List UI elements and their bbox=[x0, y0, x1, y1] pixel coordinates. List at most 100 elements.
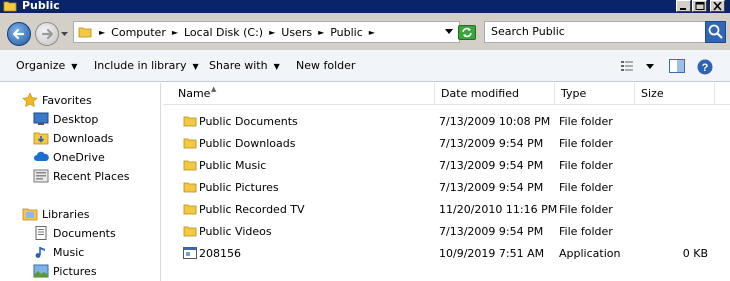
folder-icon bbox=[183, 204, 197, 215]
file-row[interactable]: 208156 10/9/2019 7:51 AM Application 0 K… bbox=[163, 243, 730, 265]
search-button[interactable] bbox=[705, 21, 726, 43]
preview-pane-icon[interactable] bbox=[669, 59, 685, 73]
desktop-icon bbox=[33, 112, 49, 125]
file-name: Public Videos bbox=[199, 225, 272, 238]
svg-text:?: ? bbox=[702, 62, 709, 74]
sidebar-item-label: OneDrive bbox=[53, 150, 105, 164]
sidebar-item-desktop[interactable]: Desktop bbox=[33, 112, 98, 126]
file-name: 208156 bbox=[199, 247, 241, 260]
organize-button[interactable]: Organize ▼ bbox=[16, 59, 77, 72]
column-header-date-modified[interactable]: Date modified bbox=[435, 83, 555, 105]
file-row[interactable]: Public Downloads 7/13/2009 9:54 PM File … bbox=[163, 133, 730, 155]
file-row[interactable]: Public Recorded TV 11/20/2010 11:16 PM F… bbox=[163, 199, 730, 221]
breadcrumb-separator-icon[interactable]: ► bbox=[315, 28, 327, 37]
file-type: File folder bbox=[559, 137, 613, 150]
forward-button[interactable] bbox=[35, 22, 59, 46]
navigation-bar: ► Computer ► Local Disk (C:) ► Users ► P… bbox=[0, 13, 730, 50]
change-view-icon[interactable] bbox=[620, 59, 634, 73]
new-folder-button[interactable]: New folder bbox=[296, 59, 355, 72]
file-size: 0 KB bbox=[682, 247, 708, 260]
file-name: Public Documents bbox=[199, 115, 298, 128]
breadcrumb-local-disk[interactable]: Local Disk (C:) bbox=[181, 26, 266, 39]
breadcrumb-separator-icon[interactable]: ► bbox=[266, 28, 278, 37]
share-with-button[interactable]: Share with ▼ bbox=[209, 59, 280, 72]
file-type: File folder bbox=[559, 159, 613, 172]
view-options-dropdown-icon[interactable] bbox=[646, 64, 654, 70]
file-date: 7/13/2009 9:54 PM bbox=[439, 225, 544, 238]
search-icon bbox=[708, 24, 723, 39]
file-row[interactable]: Public Documents 7/13/2009 10:08 PM File… bbox=[163, 111, 730, 133]
recent-pages-dropdown-icon[interactable] bbox=[61, 31, 68, 37]
minimize-button[interactable] bbox=[676, 0, 691, 12]
favorites-label: Favorites bbox=[42, 93, 92, 107]
refresh-button[interactable] bbox=[458, 25, 476, 40]
column-header-size[interactable]: Size bbox=[635, 83, 715, 105]
sidebar-item-music[interactable]: Music bbox=[33, 245, 84, 259]
breadcrumb-public[interactable]: Public bbox=[327, 26, 366, 39]
breadcrumb-users[interactable]: Users bbox=[278, 26, 315, 39]
file-type: File folder bbox=[559, 225, 613, 238]
forward-arrow-icon bbox=[41, 28, 54, 40]
breadcrumb-separator-icon[interactable]: ► bbox=[96, 28, 108, 37]
breadcrumb-separator-icon[interactable]: ► bbox=[366, 28, 378, 37]
column-header-label: Name bbox=[178, 87, 211, 100]
file-date: 7/13/2009 10:08 PM bbox=[439, 115, 551, 128]
file-type: File folder bbox=[559, 181, 613, 194]
downloads-folder-icon bbox=[33, 132, 49, 145]
sidebar-item-downloads[interactable]: Downloads bbox=[33, 131, 113, 145]
chevron-down-icon: ▼ bbox=[192, 62, 199, 71]
column-header-label: Type bbox=[561, 87, 587, 100]
sidebar-item-pictures[interactable]: Pictures bbox=[33, 264, 97, 278]
recent-places-icon bbox=[33, 169, 49, 183]
title-bar: Public bbox=[0, 0, 730, 13]
folder-icon bbox=[78, 27, 92, 38]
column-header-name[interactable]: Name bbox=[163, 83, 435, 105]
file-row[interactable]: Public Music 7/13/2009 9:54 PM File fold… bbox=[163, 155, 730, 177]
file-type: Application bbox=[559, 247, 621, 260]
sidebar-section-libraries[interactable]: Libraries bbox=[22, 207, 90, 221]
file-name: Public Downloads bbox=[199, 137, 296, 150]
command-bar: Organize ▼ Include in library ▼ Share with… bbox=[0, 50, 730, 82]
application-icon bbox=[183, 247, 197, 259]
maximize-button[interactable] bbox=[692, 0, 707, 12]
sidebar-item-documents[interactable]: Documents bbox=[33, 226, 116, 240]
maximize-icon bbox=[695, 2, 705, 10]
folder-icon bbox=[183, 138, 197, 149]
file-row[interactable]: Public Videos 7/13/2009 9:54 PM File fol… bbox=[163, 221, 730, 243]
close-icon bbox=[713, 2, 722, 11]
chevron-down-icon: ▼ bbox=[273, 62, 280, 71]
cloud-icon bbox=[34, 151, 49, 161]
sort-ascending-icon: ▲ bbox=[211, 85, 217, 93]
back-arrow-icon bbox=[12, 28, 25, 40]
sidebar-item-recent-places[interactable]: Recent Places bbox=[33, 169, 130, 183]
file-date: 7/13/2009 9:54 PM bbox=[439, 181, 544, 194]
folder-icon bbox=[183, 182, 197, 193]
sidebar-item-label: Downloads bbox=[53, 131, 114, 145]
file-type: File folder bbox=[559, 115, 613, 128]
column-header-type[interactable]: Type bbox=[555, 83, 635, 105]
search-placeholder: Search Public bbox=[491, 25, 565, 38]
sidebar-item-onedrive[interactable]: OneDrive bbox=[33, 150, 105, 164]
help-icon[interactable]: ? bbox=[697, 59, 713, 75]
sidebar-item-label: Pictures bbox=[53, 264, 97, 278]
organize-label: Organize bbox=[16, 59, 66, 72]
back-button[interactable] bbox=[7, 22, 31, 46]
libraries-icon bbox=[22, 208, 38, 221]
window-title: Public bbox=[22, 0, 60, 12]
file-date: 7/13/2009 9:54 PM bbox=[439, 137, 544, 150]
include-in-library-button[interactable]: Include in library ▼ bbox=[94, 59, 199, 72]
file-type: File folder bbox=[559, 203, 613, 216]
file-row[interactable]: Public Pictures 7/13/2009 9:54 PM File f… bbox=[163, 177, 730, 199]
sidebar-item-label: Recent Places bbox=[53, 169, 130, 183]
address-history-dropdown-icon[interactable] bbox=[445, 29, 453, 35]
search-input[interactable]: Search Public bbox=[484, 21, 706, 43]
breadcrumb-separator-icon[interactable]: ► bbox=[169, 28, 181, 37]
breadcrumb-computer[interactable]: Computer bbox=[108, 26, 169, 39]
sidebar-section-favorites[interactable]: Favorites bbox=[22, 93, 92, 107]
file-date: 11/20/2010 11:16 PM bbox=[439, 203, 558, 216]
column-header-label: Date modified bbox=[441, 87, 519, 100]
sidebar-item-label: Documents bbox=[53, 226, 116, 240]
address-bar[interactable]: ► Computer ► Local Disk (C:) ► Users ► P… bbox=[73, 21, 460, 43]
close-button[interactable] bbox=[710, 0, 725, 12]
navigation-pane: Favorites Desktop Downloads OneDrive Rec… bbox=[0, 83, 161, 281]
